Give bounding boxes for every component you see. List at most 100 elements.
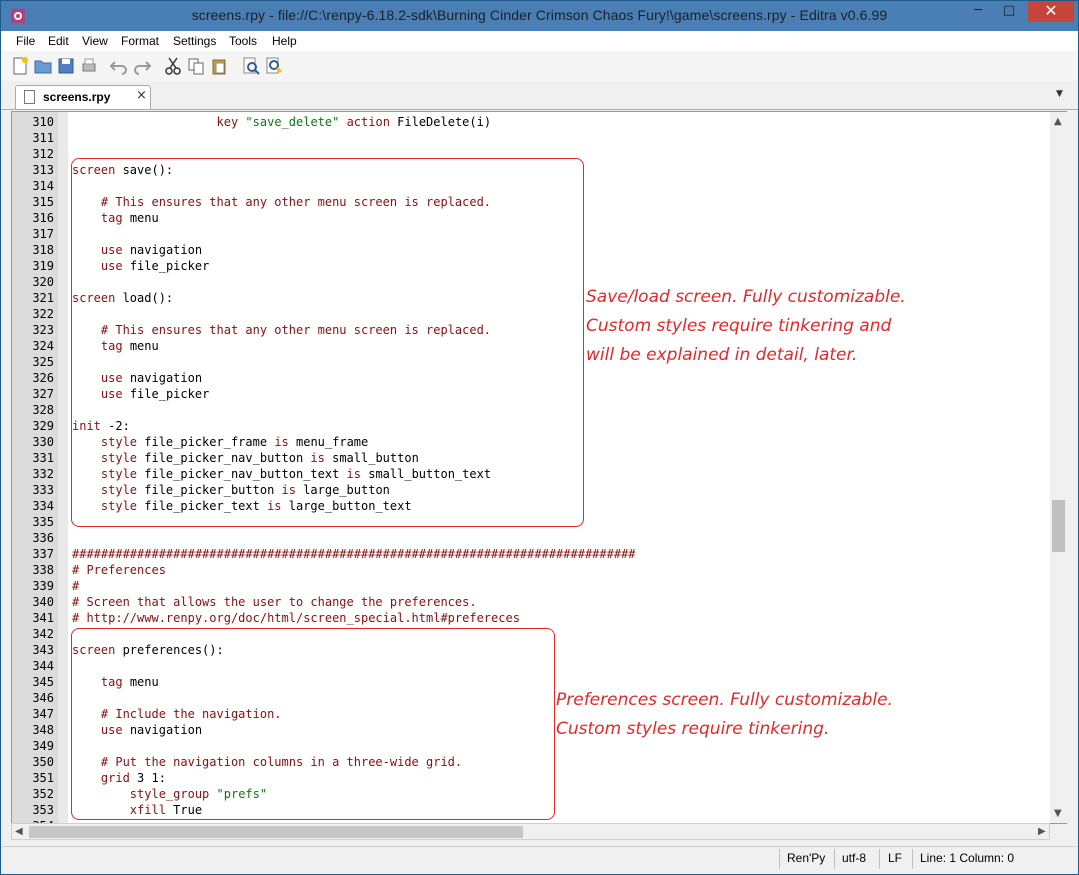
menu-file[interactable]: File [16,34,35,48]
code-line[interactable]: 310 key "save_delete" action FileDelete(… [12,114,1052,130]
scroll-left-icon[interactable]: ◀ [15,826,23,837]
paste-icon[interactable] [209,56,229,76]
save-load-annotation: Save/load screen. Fully customizable. Cu… [586,287,906,365]
find-replace-icon[interactable] [264,56,284,76]
line-number: 344 [32,659,54,673]
code-line[interactable]: 336 [12,530,1052,546]
line-number: 332 [32,467,54,481]
undo-icon[interactable] [109,56,129,76]
menu-help[interactable]: Help [272,34,297,48]
line-number: 334 [32,499,54,513]
line-number: 321 [32,291,54,305]
line-number: 349 [32,739,54,753]
line-number: 352 [32,787,54,801]
line-number: 318 [32,243,54,257]
menu-bar: File Edit View Format Settings Tools Hel… [1,31,1078,51]
copy-icon[interactable] [186,56,206,76]
line-number: 312 [32,147,54,161]
line-number: 336 [32,531,54,545]
code-line[interactable]: 339 # [12,578,1052,594]
tab-close-icon[interactable]: × [136,88,147,103]
tab-screens-rpy[interactable]: screens.rpy × [15,85,151,109]
line-number: 322 [32,307,54,321]
code-line[interactable]: 311 [12,130,1052,146]
horizontal-scroll-thumb[interactable] [29,826,523,838]
line-number: 350 [32,755,54,769]
line-number: 333 [32,483,54,497]
line-number: 310 [32,115,54,129]
minimize-button[interactable]: ─ [964,1,992,22]
menu-settings[interactable]: Settings [173,34,216,48]
code-line[interactable]: 337 #####################################… [12,546,1052,562]
scroll-down-icon[interactable]: ▼ [1054,808,1062,819]
scroll-up-icon[interactable]: ▲ [1054,116,1062,127]
code-line[interactable]: 341 # http://www.renpy.org/doc/html/scree… [12,610,1052,626]
line-number: 323 [32,323,54,337]
save-load-highlight-box [71,158,584,527]
menu-format[interactable]: Format [121,34,159,48]
open-folder-icon[interactable] [33,56,53,76]
line-number: 330 [32,435,54,449]
line-number: 328 [32,403,54,417]
new-file-icon[interactable] [10,56,30,76]
tab-label: screens.rpy [43,90,111,104]
line-text: # [72,579,80,593]
line-number: 337 [32,547,54,561]
status-separator [779,849,780,869]
vertical-scrollbar[interactable]: ▲ ▼ [1050,112,1067,823]
line-number: 324 [32,339,54,353]
menu-tools[interactable]: Tools [229,34,257,48]
menu-edit[interactable]: Edit [48,34,69,48]
title-bar[interactable]: screens.rpy - file://C:\renpy-6.18.2-sdk… [1,1,1078,31]
line-number: 326 [32,371,54,385]
status-language[interactable]: Ren'Py [787,851,825,865]
redo-icon[interactable] [132,56,152,76]
status-separator [879,849,880,869]
line-number: 325 [32,355,54,369]
line-number: 316 [32,211,54,225]
horizontal-scrollbar[interactable]: ◀ ▶ [11,823,1050,840]
line-number: 317 [32,227,54,241]
line-text: # http://www.renpy.org/doc/html/screen_s… [72,611,520,625]
status-separator [912,849,913,869]
status-encoding[interactable]: utf-8 [842,851,866,865]
window-title: screens.rpy - file://C:\renpy-6.18.2-sdk… [191,7,888,23]
menu-view[interactable]: View [82,34,108,48]
line-number: 339 [32,579,54,593]
line-number: 329 [32,419,54,433]
preferences-annotation: Preferences screen. Fully customizable. … [556,690,893,739]
line-number: 346 [32,691,54,705]
close-button[interactable]: ✕ [1028,1,1074,22]
print-icon[interactable] [79,56,99,76]
preferences-highlight-box [71,628,555,820]
line-text: ########################################… [72,547,636,561]
line-number: 311 [32,131,54,145]
line-number: 345 [32,675,54,689]
line-number: 342 [32,627,54,641]
save-icon[interactable] [56,56,76,76]
editor-window: screens.rpy - file://C:\renpy-6.18.2-sdk… [0,0,1079,875]
line-number: 348 [32,723,54,737]
code-line[interactable]: 338 # Preferences [12,562,1052,578]
code-line[interactable]: 340 # Screen that allows the user to chan… [12,594,1052,610]
status-eol[interactable]: LF [888,851,902,865]
line-number: 343 [32,643,54,657]
line-text: # Screen that allows the user to change … [72,595,477,609]
scroll-right-icon[interactable]: ▶ [1038,826,1046,837]
find-icon[interactable] [241,56,261,76]
line-number: 313 [32,163,54,177]
line-number: 320 [32,275,54,289]
code-editor[interactable]: 310 key "save_delete" action FileDelete(… [11,111,1067,824]
line-number: 335 [32,515,54,529]
maximize-button[interactable]: □ [995,1,1023,22]
line-number: 327 [32,387,54,401]
vertical-scroll-thumb[interactable] [1052,500,1065,552]
line-number: 314 [32,179,54,193]
status-bar: Ren'Py utf-8 LF Line: 1 Column: 0 [1,846,1078,871]
status-position: Line: 1 Column: 0 [920,851,1015,865]
cut-icon[interactable] [163,56,183,76]
toolbar [1,51,1078,82]
line-number: 331 [32,451,54,465]
line-number: 341 [32,611,54,625]
tab-menu-arrow-icon[interactable]: ▼ [1056,89,1063,99]
